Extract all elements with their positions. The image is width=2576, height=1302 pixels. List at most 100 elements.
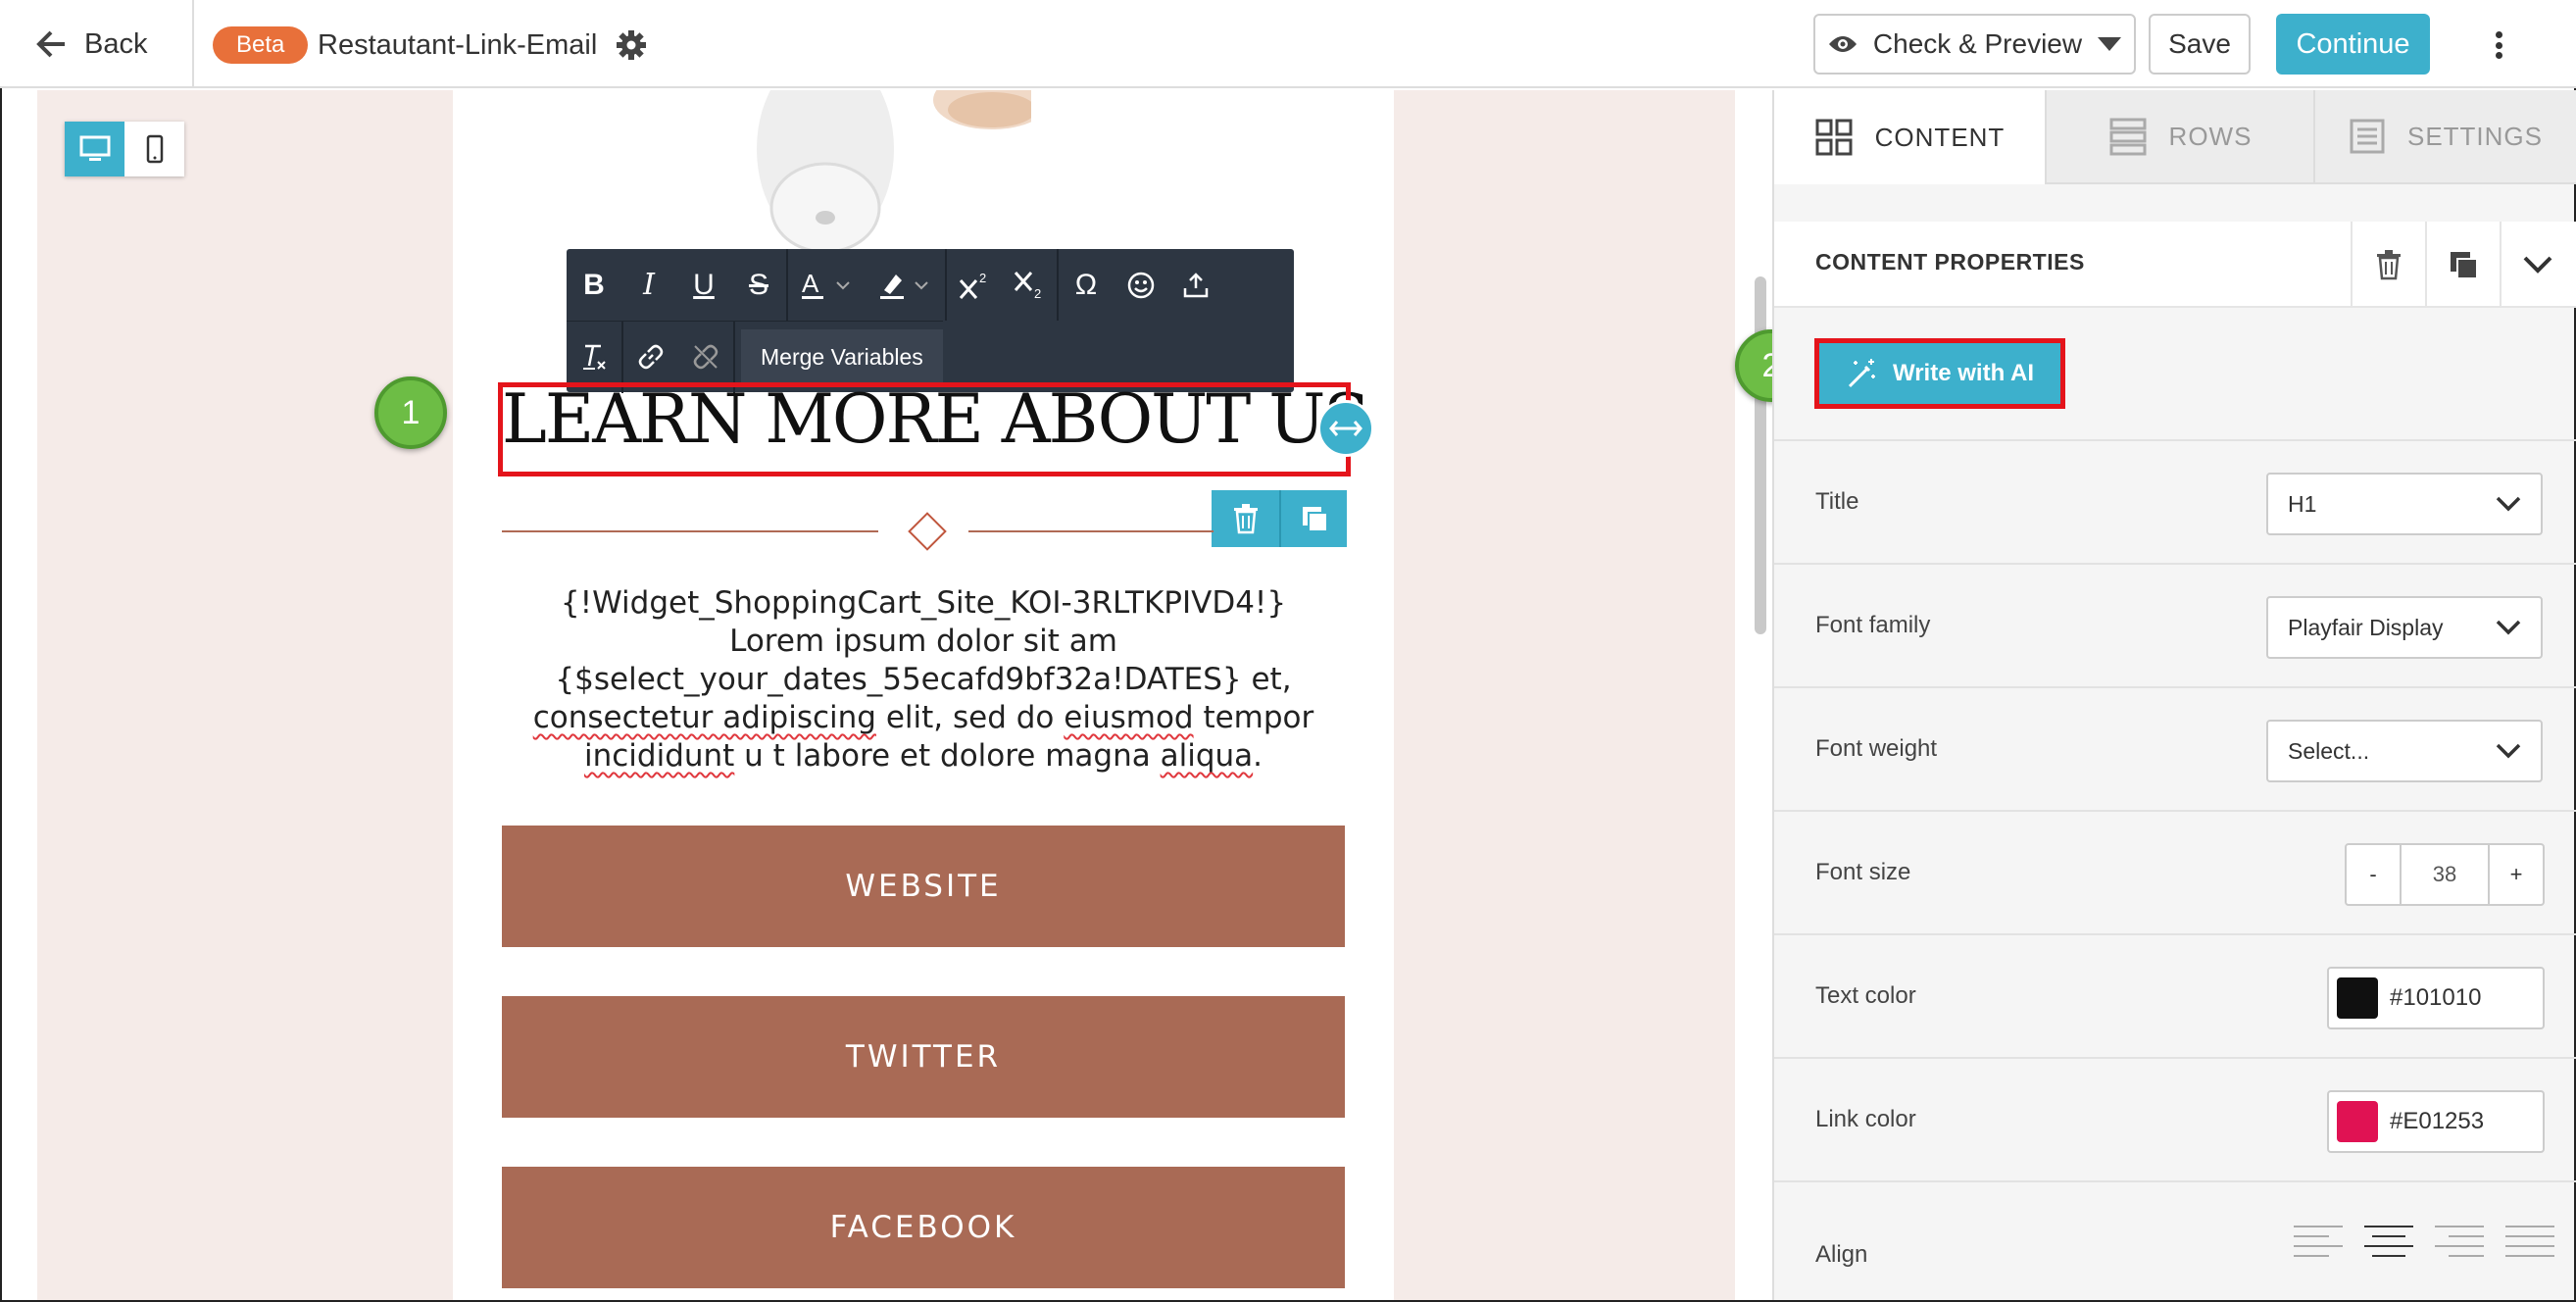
twitter-button[interactable]: TWITTER (502, 996, 1345, 1118)
svg-text:A: A (802, 269, 819, 298)
editor-canvas: B I U S A 2 2 Ω Merge Variables LEARN MO… (2, 90, 1772, 1300)
underline-icon[interactable]: U (676, 249, 731, 321)
emoji-icon[interactable] (1114, 249, 1168, 321)
special-character-icon[interactable]: Ω (1059, 249, 1114, 321)
link-color-picker[interactable]: #E01253 (2327, 1090, 2545, 1153)
font-size-row: Font size - 38 + (1774, 810, 2576, 933)
tab-label: CONTENT (1874, 122, 2006, 152)
resize-handle-icon[interactable] (1317, 400, 1374, 457)
write-with-ai-button[interactable]: Write with AI (1814, 338, 2065, 409)
text-color-icon[interactable]: A (788, 249, 867, 321)
duplicate-icon (2451, 252, 2478, 279)
continue-button[interactable]: Continue (2276, 14, 2430, 75)
email-body: B I U S A 2 2 Ω Merge Variables LEARN MO… (453, 90, 1394, 1300)
chevron-down-icon (2523, 256, 2552, 274)
heading-selection-highlight (498, 382, 1351, 476)
font-size-decrease-button[interactable]: - (2347, 845, 2400, 904)
hero-image (757, 90, 1031, 254)
content-grid-icon (1815, 119, 1853, 156)
tab-rows[interactable]: ROWS (2045, 90, 2313, 184)
text-color-label: Text color (1815, 982, 1916, 1009)
duplicate-content-button[interactable] (2425, 222, 2500, 308)
mobile-icon (146, 134, 163, 164)
divider-line-left (502, 530, 878, 532)
font-family-select[interactable]: Playfair Display (2266, 596, 2543, 659)
mobile-view-button[interactable] (124, 122, 184, 176)
body-paragraph[interactable]: {!Widget_ShoppingCart_Site_KOI-3RLTKPIVD… (502, 584, 1345, 776)
beta-badge: Beta (213, 26, 309, 64)
rows-icon (2109, 118, 2147, 156)
text-color-row: Text color #101010 (1774, 933, 2576, 1057)
desktop-view-button[interactable] (65, 122, 124, 176)
font-weight-select[interactable]: Select... (2266, 720, 2543, 782)
title-select[interactable]: H1 (2266, 473, 2543, 535)
toolbar-row-1: B I U S A 2 2 Ω (567, 249, 1223, 321)
svg-text:2: 2 (979, 271, 986, 285)
merge-variables-button[interactable]: Merge Variables (741, 328, 943, 385)
align-right-icon[interactable] (2435, 1222, 2484, 1261)
italic-icon[interactable]: I (621, 249, 676, 321)
tab-content[interactable]: CONTENT (1774, 90, 2045, 184)
write-with-ai-label: Write with AI (1893, 360, 2034, 386)
more-options-icon[interactable] (2484, 27, 2513, 63)
duplicate-icon (1302, 507, 1328, 532)
back-button[interactable]: Back (35, 22, 147, 67)
content-properties-header: CONTENT PROPERTIES (1774, 222, 2576, 308)
highlight-icon[interactable] (867, 249, 945, 321)
strikethrough-icon[interactable]: S (731, 249, 786, 321)
font-size-label: Font size (1815, 859, 1911, 885)
content-properties-title: CONTENT PROPERTIES (1815, 249, 2085, 275)
duplicate-block-button[interactable] (1279, 490, 1347, 547)
font-family-label: Font family (1815, 612, 1931, 638)
align-options (2294, 1222, 2554, 1261)
font-size-value[interactable]: 38 (2400, 845, 2490, 904)
align-center-icon[interactable] (2364, 1222, 2413, 1261)
top-bar: Back Beta Restautant-Link-Email Check & … (0, 0, 2576, 88)
eye-icon (1828, 36, 1857, 52)
body-line: incididunt u t labore et dolore magna al… (583, 738, 1263, 774)
align-justify-icon[interactable] (2505, 1222, 2554, 1261)
gear-icon[interactable] (615, 28, 648, 62)
diamond-ornament-icon (908, 512, 947, 551)
subscript-icon[interactable]: 2 (1002, 249, 1057, 321)
align-left-icon[interactable] (2294, 1222, 2343, 1261)
title-row: Title H1 (1774, 439, 2576, 563)
font-weight-value: Select... (2288, 737, 2370, 764)
save-button[interactable]: Save (2149, 14, 2251, 75)
font-family-row: Font family Playfair Display (1774, 563, 2576, 686)
body-line: Lorem ipsum dolor sit am (729, 624, 1117, 659)
superscript-icon[interactable]: 2 (947, 249, 1002, 321)
align-row: Align (1774, 1180, 2576, 1302)
chevron-down-icon (2496, 496, 2521, 512)
svg-text:2: 2 (1034, 286, 1041, 300)
bold-icon[interactable]: B (567, 249, 621, 321)
font-weight-label: Font weight (1815, 735, 1938, 762)
delete-content-button[interactable] (2351, 222, 2425, 308)
tab-settings[interactable]: SETTINGS (2313, 90, 2576, 184)
tab-label: SETTINGS (2406, 121, 2543, 151)
font-size-increase-button[interactable]: + (2490, 845, 2543, 904)
align-label: Align (1815, 1241, 1868, 1268)
divider (192, 0, 194, 88)
facebook-button[interactable]: FACEBOOK (502, 1167, 1345, 1288)
insert-icon[interactable] (1168, 249, 1223, 321)
body-line: consectetur adipiscing elit, sed do eius… (532, 700, 1314, 735)
back-arrow-icon (36, 30, 65, 58)
font-size-stepper: - 38 + (2345, 843, 2545, 906)
font-weight-row: Font weight Select... (1774, 686, 2576, 810)
body-line: {!Widget_ShoppingCart_Site_KOI-3RLTKPIVD… (560, 585, 1287, 621)
delete-block-button[interactable] (1212, 490, 1279, 547)
text-format-toolbar: B I U S A 2 2 Ω Merge Variables (567, 249, 1294, 393)
chevron-down-icon (2496, 620, 2521, 635)
check-preview-button[interactable]: Check & Preview (1813, 14, 2136, 75)
email-stage: B I U S A 2 2 Ω Merge Variables LEARN MO… (37, 90, 1735, 1300)
magic-wand-icon (1848, 359, 1875, 388)
title-label: Title (1815, 488, 1859, 515)
text-color-picker[interactable]: #101010 (2327, 967, 2545, 1029)
website-button[interactable]: WEBSITE (502, 826, 1345, 947)
trash-icon (2377, 250, 2401, 280)
link-color-label: Link color (1815, 1106, 1916, 1132)
collapse-panel-button[interactable] (2500, 222, 2574, 308)
body-line: {$select_your_dates_55ecafd9bf32a!DATES}… (555, 662, 1292, 697)
desktop-icon (79, 135, 110, 161)
